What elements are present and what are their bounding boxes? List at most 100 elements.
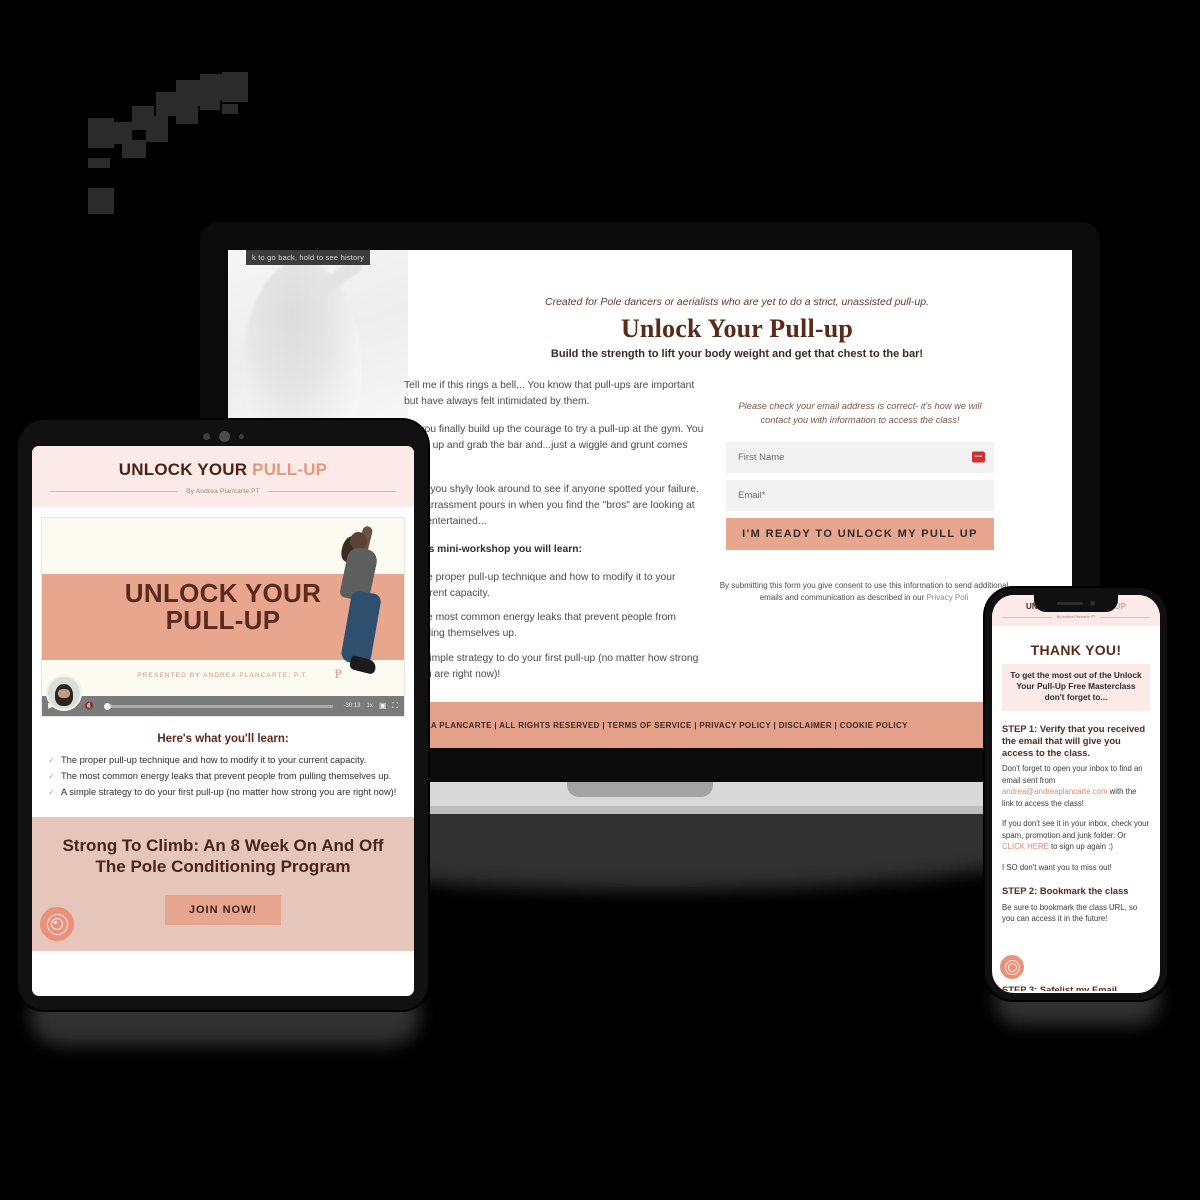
list-item: The most common energy leaks that preven… [404,610,704,642]
text-before-link: If you don't see it in your inbox, check… [1002,819,1150,840]
step-2-paragraph: Be sure to bookmark the class URL, so yo… [1002,902,1138,924]
athlete-legs [339,589,383,667]
video-speed[interactable]: 1x [366,703,372,709]
join-now-button[interactable]: JOIN NOW! [164,895,282,926]
step-2-heading: STEP 2: Bookmark the class [1002,885,1129,897]
step-1-paragraph-3: I SO don't want you to miss out! [1002,862,1112,872]
arc-square [200,98,220,110]
divider-left [1002,616,1052,618]
tablet-sensor-cluster [18,430,428,442]
miniplayer-icon[interactable]: ▣ [379,702,387,710]
athlete-photo [330,522,392,684]
signup-form: Please check your email address is corre… [726,400,994,550]
password-manager-icon[interactable]: ••• [972,451,985,463]
benefits-list: The proper pull-up technique and how to … [404,570,704,684]
accessibility-widget-icon[interactable] [40,907,74,942]
arc-square [222,104,238,114]
video-time-remaining: -30:13 [343,703,361,709]
fullscreen-icon[interactable]: ⛶ [392,702,398,710]
video-controls[interactable]: ▶ 🔇 -30:13 1x ▣ ⛶ [42,696,404,716]
arc-square [176,80,200,106]
list-item: A simple strategy to do your first pull-… [48,786,398,799]
divider-left [50,491,179,492]
phone-device: UNLOCK YOUR PULL-UP By Andrea Plancarte … [985,588,1167,1000]
tablet-title-dark: UNLOCK YOUR [118,460,253,479]
front-camera-icon [1090,601,1095,606]
progress-handle[interactable] [104,702,112,710]
arc-square [176,104,198,124]
tablet-light-sensor-icon [238,433,244,439]
arc-square [222,72,248,102]
tablet-title: UNLOCK YOUR PULL-UP [32,460,414,480]
footer-text: © ANDREA PLANCARTE | ALL RIGHTS RESERVED… [392,720,908,730]
video-progress-bar[interactable] [104,702,334,710]
step-3-heading-clipped: STEP 3: Safelist my Email [1002,984,1117,991]
arc-square [146,116,168,142]
arc-square [200,74,222,100]
earpiece-speaker-icon [1057,602,1083,605]
paragraph: So you finally build up the courage to t… [404,423,704,467]
mockup-stage: k to go back, hold to see history Create… [0,0,1200,1200]
step-1-paragraph-2: If you don't see it in your inbox, check… [1002,818,1150,853]
tablet-byline: By Andrea Plancarte PT [32,488,414,495]
text-after-link: to sign up again :) [1048,842,1113,852]
divider-right [1100,616,1151,618]
promo-headline: Strong To Climb: An 8 Week On And Off Th… [62,835,384,876]
arc-square [88,158,110,168]
page-title: Unlock Your Pull-up [620,314,854,343]
laptop-trackpad-notch [567,782,713,797]
tablet-learn-section: Here's what you'll learn: The proper pul… [32,717,414,817]
tablet-screen: UNLOCK YOUR PULL-UP By Andrea Plancarte … [32,446,414,996]
list-item: A simple strategy to do your first pull-… [404,651,704,683]
phone-byline: By Andrea Plancarte PT [992,615,1160,619]
tablet-sensor-icon [202,432,210,440]
page-eyebrow: Created for Pole dancers or aerialists w… [544,296,930,308]
first-name-field[interactable]: First Name ••• [726,441,994,473]
list-item: The proper pull-up technique and how to … [404,570,704,602]
paragraph: Tell me if this rings a bell... You know… [404,380,695,407]
fingerprint-rings-icon [1004,959,1020,975]
tablet-page-header: UNLOCK YOUR PULL-UP By Andrea Plancarte … [32,446,414,507]
list-heading: In this mini-workshop you will learn: [404,543,582,555]
email-placeholder: Email* [738,489,766,501]
learn-heading: Here's what you'll learn: [157,733,289,745]
privacy-policy-link[interactable]: Privacy Poli [926,593,968,602]
step-1-paragraph-1: Don't forget to open your inbox to find … [1002,763,1150,809]
thank-you-heading: THANK YOU! [1030,642,1122,658]
byline-text: By Andrea Plancarte PT [186,488,260,495]
submit-button[interactable]: I'M READY TO UNLOCK MY PULL UP [726,517,994,550]
text-before-email: Don't forget to open your inbox to find … [1002,764,1143,785]
tablet-promo-section: Strong To Climb: An 8 Week On And Off Th… [32,816,414,952]
dotted-arc-decoration [80,70,270,230]
arc-square [88,188,114,214]
mute-icon[interactable]: 🔇 [84,702,94,710]
byline-text: By Andrea Plancarte PT [1056,615,1096,619]
video-player[interactable]: UNLOCK YOUR PULL-UP PRESENTED BY ANDREA … [41,517,405,717]
instructions-banner: To get the most out of the Unlock Your P… [1002,664,1150,711]
tablet-title-accent: PULL-UP [252,460,328,479]
click-here-link[interactable]: CLICK HERE [1002,842,1049,851]
learn-list: The proper pull-up technique and how to … [48,754,398,800]
support-email-link[interactable]: andrea@andreaplancarte.com [1002,787,1107,796]
page-copy: Tell me if this rings a bell... You know… [404,378,704,692]
form-note: Please check your email address is corre… [738,401,982,425]
form-legal-text: By submitting this form you give consent… [714,580,1014,604]
phone-screen: UNLOCK YOUR PULL-UP By Andrea Plancarte … [992,595,1160,993]
avatar-face [58,689,70,698]
accessibility-widget-icon[interactable] [1000,955,1024,979]
arc-square [122,140,146,158]
presenter-avatar [46,675,82,711]
email-field[interactable]: Email* [726,479,994,511]
step-1-heading: STEP 1: Verify that you received the ema… [1002,722,1146,758]
athlete-shoe [348,655,378,675]
tablet-device: UNLOCK YOUR PULL-UP By Andrea Plancarte … [18,420,428,1010]
list-item: The proper pull-up technique and how to … [48,754,398,767]
fingerprint-rings-icon [46,913,68,935]
first-name-placeholder: First Name [738,451,785,463]
phone-page-body: THANK YOU! To get the most out of the Un… [992,642,1160,925]
divider-right [267,491,396,492]
phone-notch [1034,595,1118,612]
page-subtitle: Build the strength to lift your body wei… [550,348,924,360]
list-item: The most common energy leaks that preven… [48,770,398,783]
paragraph: Then you shyly look around to see if any… [404,483,699,527]
